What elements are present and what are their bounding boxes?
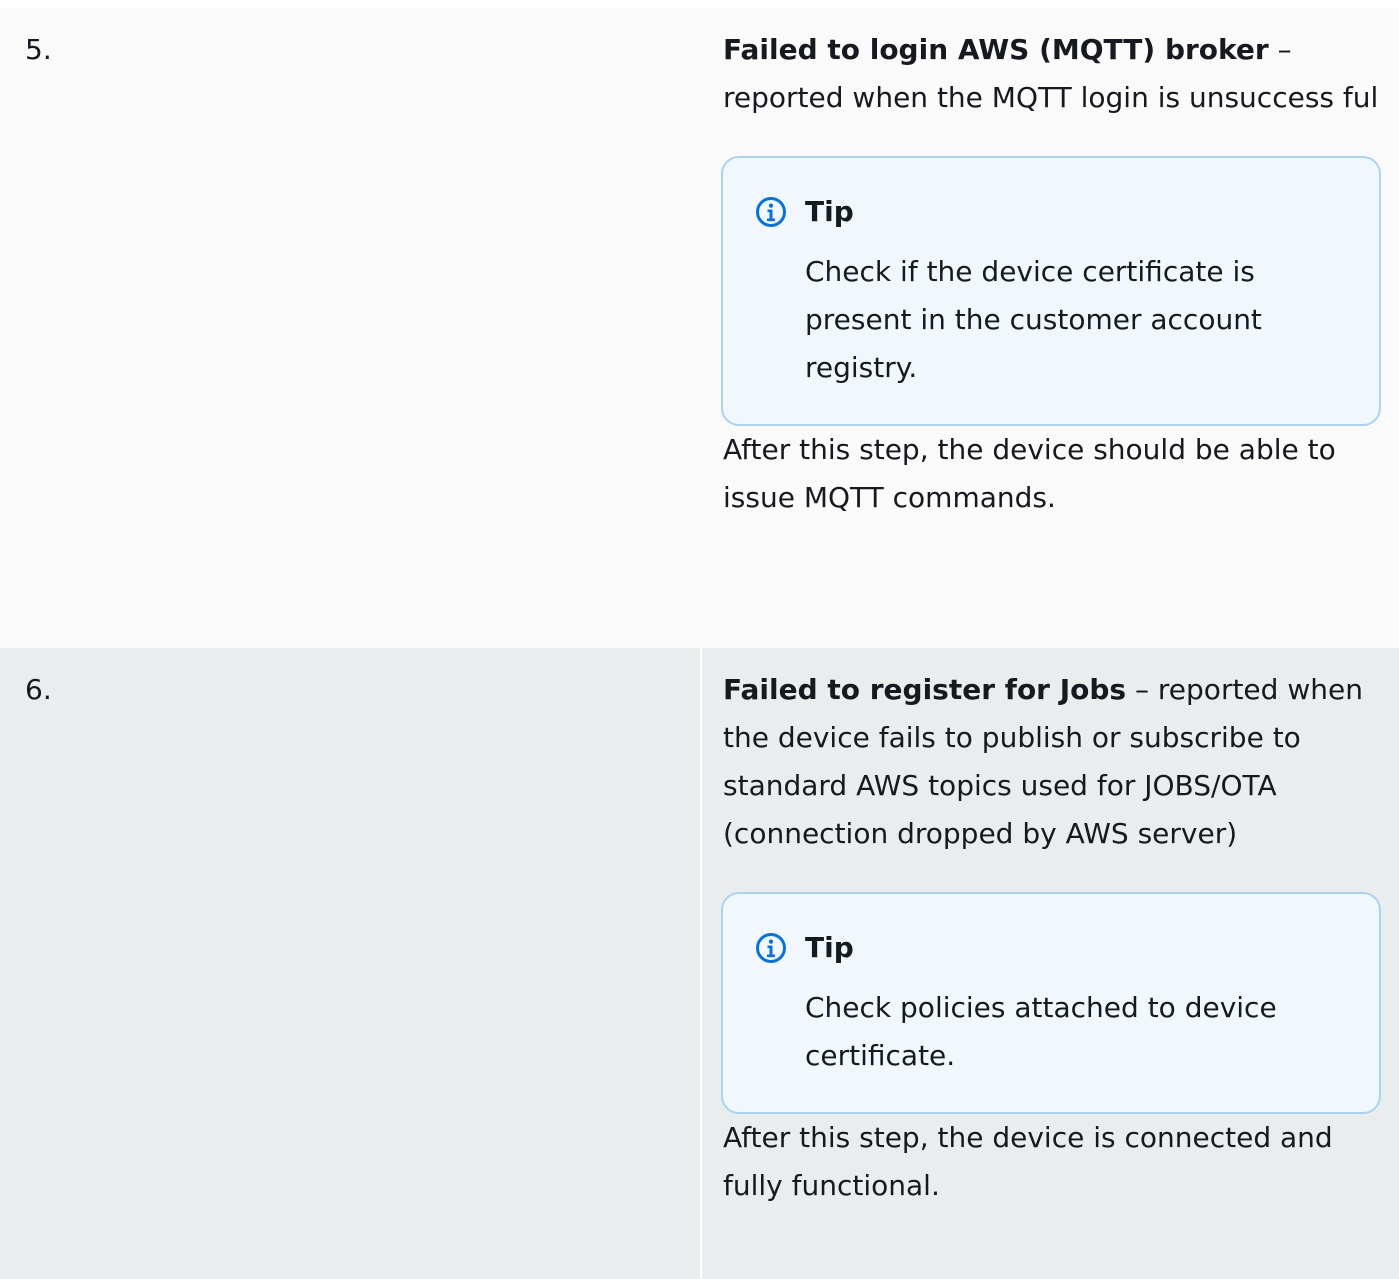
tip-header: Tip	[755, 190, 1359, 234]
tip-title: Tip	[805, 195, 854, 228]
step-number: 5.	[25, 33, 52, 66]
table-row: 6. Failed to register for Jobs – reporte…	[0, 648, 1399, 1279]
step-description-cell: Failed to login AWS (MQTT) broker – repo…	[702, 8, 1399, 648]
step-description-cell: Failed to register for Jobs – reported w…	[702, 648, 1399, 1279]
tip-title: Tip	[805, 931, 854, 964]
step-term: Failed to register for Jobs	[723, 673, 1127, 706]
tip-text: Check policies attached to device certif…	[805, 991, 1277, 1072]
steps-table: 5. Failed to login AWS (MQTT) broker – r…	[0, 8, 1399, 1279]
step-description: Failed to register for Jobs – reported w…	[723, 666, 1381, 858]
step-term: Failed to login AWS (MQTT) broker	[723, 33, 1269, 66]
info-icon	[756, 197, 786, 227]
tip-header: Tip	[755, 926, 1359, 970]
step-number: 6.	[0, 648, 702, 1279]
step-after-note: After this step, the device should be ab…	[723, 433, 1336, 514]
info-icon	[756, 933, 786, 963]
step-after-note: After this step, the device is connected…	[723, 1121, 1333, 1202]
step-description: Failed to login AWS (MQTT) broker – repo…	[723, 26, 1381, 122]
tip-callout: Tip Check policies attached to device ce…	[721, 892, 1381, 1114]
tip-text: Check if the device certificate is prese…	[805, 255, 1262, 384]
table-row: 5. Failed to login AWS (MQTT) broker – r…	[0, 8, 1399, 648]
tip-callout: Tip Check if the device certificate is p…	[721, 156, 1381, 426]
